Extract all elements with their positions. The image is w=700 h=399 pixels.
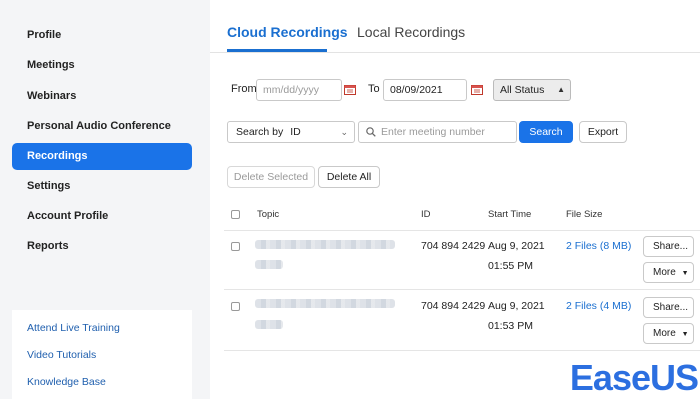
to-label: To <box>368 83 380 95</box>
search-button[interactable]: Search <box>519 121 573 143</box>
blurred-topic <box>255 260 283 269</box>
caret-down-icon: ▼ <box>681 331 689 338</box>
column-header-id: ID <box>421 209 431 220</box>
column-header-file-size: File Size <box>566 209 603 220</box>
blurred-topic <box>255 299 395 308</box>
tab-cloud-recordings[interactable]: Cloud Recordings <box>227 24 348 40</box>
start-time: 01:53 PM <box>488 320 533 332</box>
updown-arrows-icon: ▲ <box>557 85 565 94</box>
more-label: More <box>653 328 676 339</box>
sidebar-item-profile[interactable]: Profile <box>12 22 192 49</box>
easeus-watermark-logo: EaseUS <box>569 357 699 398</box>
header-divider <box>224 230 700 231</box>
column-header-start-time: Start Time <box>488 209 532 220</box>
search-by-select[interactable]: Search by ID ⌄ <box>227 121 355 143</box>
more-button[interactable]: More ▼ <box>643 323 694 344</box>
meeting-id: 704 894 2429 <box>421 240 486 252</box>
chevron-down-icon: ⌄ <box>340 127 348 137</box>
start-time: 01:55 PM <box>488 260 533 272</box>
row-checkbox[interactable] <box>231 302 240 311</box>
more-label: More <box>653 267 676 278</box>
more-button[interactable]: More ▼ <box>643 262 694 283</box>
blurred-topic <box>255 320 283 329</box>
from-date-input[interactable]: mm/dd/yyyy <box>256 79 342 101</box>
search-by-value: ID <box>290 126 301 138</box>
sidebar-item-meetings[interactable]: Meetings <box>12 52 192 79</box>
row-divider <box>224 289 700 290</box>
from-label: From <box>231 83 257 95</box>
row-divider <box>224 350 700 351</box>
delete-selected-button[interactable]: Delete Selected <box>227 166 315 188</box>
video-tutorials-link[interactable]: Video Tutorials <box>27 349 96 361</box>
calendar-icon[interactable] <box>344 84 356 95</box>
status-select-value: All Status <box>500 84 545 96</box>
sidebar-item-webinars[interactable]: Webinars <box>12 83 192 110</box>
to-date-input[interactable]: 08/09/2021 <box>383 79 467 101</box>
share-button[interactable]: Share... <box>643 236 694 257</box>
share-button[interactable]: Share... <box>643 297 694 318</box>
meeting-id: 704 894 2429 <box>421 300 486 312</box>
blurred-topic <box>255 240 395 249</box>
caret-down-icon: ▼ <box>681 270 689 277</box>
start-date: Aug 9, 2021 <box>488 300 545 312</box>
export-button[interactable]: Export <box>579 121 627 143</box>
sidebar-item-recordings[interactable]: Recordings <box>12 143 192 170</box>
status-select[interactable]: All Status ▲ <box>493 79 571 101</box>
sidebar-item-account-profile[interactable]: Account Profile <box>12 203 192 230</box>
select-all-checkbox[interactable] <box>231 210 240 219</box>
tab-local-recordings[interactable]: Local Recordings <box>357 24 465 40</box>
main-content: Cloud Recordings Local Recordings From m… <box>210 0 700 399</box>
search-placeholder: Enter meeting number <box>381 126 485 138</box>
tab-divider <box>210 52 700 53</box>
knowledge-base-link[interactable]: Knowledge Base <box>27 376 106 388</box>
meeting-number-search-input[interactable]: Enter meeting number <box>358 121 517 143</box>
sidebar: Profile Meetings Webinars Personal Audio… <box>0 0 210 399</box>
help-links-panel: Attend Live Training Video Tutorials Kno… <box>12 310 192 399</box>
column-header-topic: Topic <box>257 209 280 220</box>
sidebar-item-personal-audio-conference[interactable]: Personal Audio Conference <box>12 113 192 140</box>
attend-live-training-link[interactable]: Attend Live Training <box>27 322 120 334</box>
calendar-icon[interactable] <box>471 84 483 95</box>
start-date: Aug 9, 2021 <box>488 240 545 252</box>
sidebar-item-settings[interactable]: Settings <box>12 173 192 200</box>
delete-all-button[interactable]: Delete All <box>318 166 380 188</box>
sidebar-item-reports[interactable]: Reports <box>12 233 192 260</box>
file-size-link[interactable]: 2 Files (4 MB) <box>566 300 631 312</box>
row-checkbox[interactable] <box>231 242 240 251</box>
search-icon <box>366 127 376 137</box>
search-by-label: Search by <box>236 126 284 138</box>
file-size-link[interactable]: 2 Files (8 MB) <box>566 240 631 252</box>
